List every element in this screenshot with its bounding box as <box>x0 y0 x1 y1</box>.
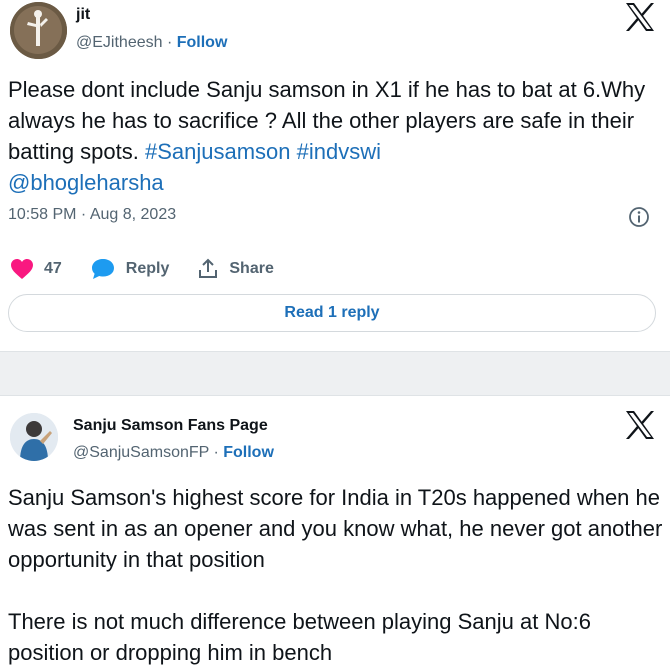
share-icon <box>199 258 218 278</box>
like-button[interactable]: 47 <box>10 258 62 280</box>
hashtag-link[interactable]: #indvswi <box>297 139 381 164</box>
share-button[interactable]: Share <box>197 258 274 280</box>
handle-line: @SanjuSamsonFP · Follow <box>73 444 274 462</box>
like-count: 47 <box>44 260 62 277</box>
avatar[interactable] <box>10 413 58 461</box>
tweet-paragraph-1: Sanju Samson's highest score for India i… <box>8 485 663 572</box>
tweet-text: Please dont include Sanju samson in X1 i… <box>8 74 664 198</box>
tweet-paragraph-2: There is not much difference between pla… <box>8 609 591 665</box>
tweet-card-2: Sanju Samson Fans Page @SanjuSamsonFP · … <box>0 395 670 672</box>
x-logo-icon[interactable] <box>624 410 656 440</box>
display-name[interactable]: Sanju Samson Fans Page <box>73 417 268 435</box>
reply-button[interactable]: Reply <box>90 257 170 281</box>
follow-button[interactable]: Follow <box>223 444 274 461</box>
avatar[interactable] <box>10 2 67 59</box>
separator: · <box>209 444 224 461</box>
hashtag-link[interactable]: #Sanjusamson <box>145 139 291 164</box>
display-name[interactable]: jit <box>76 6 90 24</box>
handle[interactable]: @EJitheesh <box>76 34 163 51</box>
handle-line: @EJitheesh · Follow <box>76 34 227 52</box>
info-icon[interactable] <box>628 206 650 228</box>
reply-label: Reply <box>125 260 170 277</box>
heart-icon <box>11 259 33 279</box>
x-logo-icon[interactable] <box>624 2 656 32</box>
share-label: Share <box>229 260 274 277</box>
read-reply-button[interactable]: Read 1 reply <box>8 294 656 332</box>
reply-bubble-icon <box>91 259 114 279</box>
action-bar: 47 Reply Share <box>10 256 302 282</box>
timestamp[interactable]: 10:58 PM · Aug 8, 2023 <box>8 206 176 224</box>
mention-link[interactable]: @bhogleharsha <box>8 170 164 195</box>
tweet-card-1: jit @EJitheesh · Follow Please dont incl… <box>0 0 670 352</box>
separator: · <box>162 34 177 51</box>
follow-button[interactable]: Follow <box>177 34 228 51</box>
handle[interactable]: @SanjuSamsonFP <box>73 444 209 461</box>
